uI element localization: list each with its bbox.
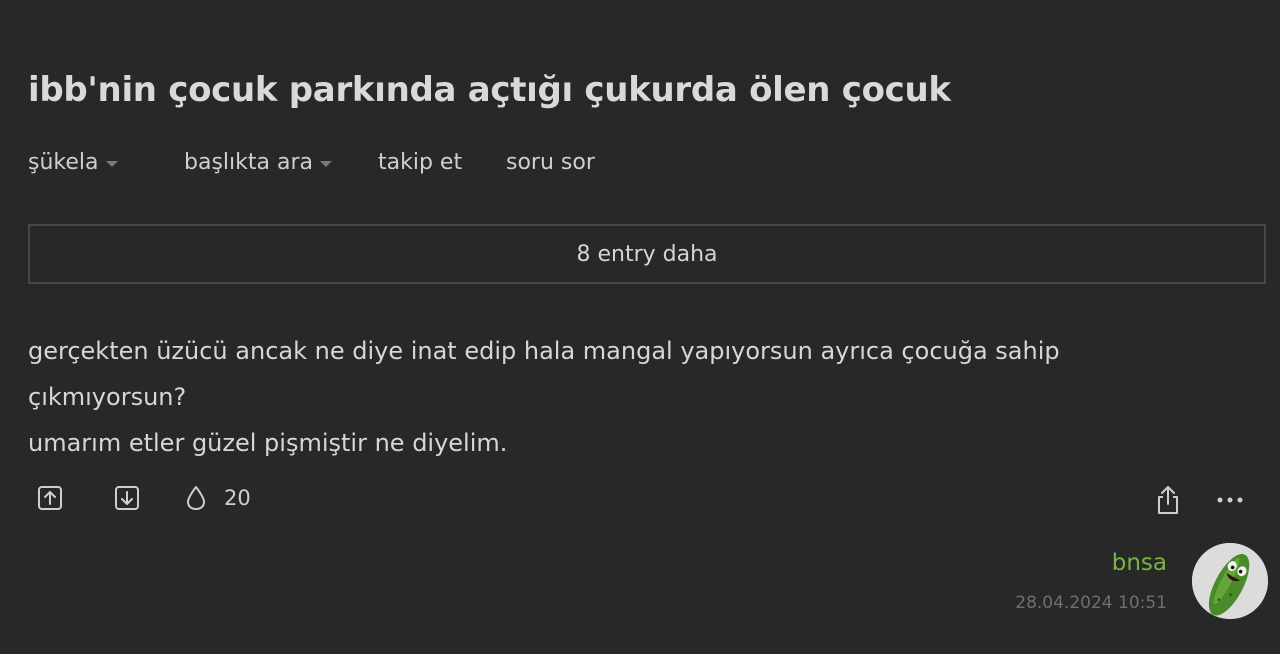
drop-icon: [187, 486, 205, 510]
search-in-topic-label: başlıkta ara: [184, 150, 313, 175]
entry-author[interactable]: bnsa: [1112, 550, 1167, 576]
search-in-topic-dropdown[interactable]: başlıkta ara: [184, 150, 332, 175]
follow-button[interactable]: takip et: [378, 150, 462, 175]
downvote-icon: [115, 486, 139, 510]
ask-question-button[interactable]: soru sor: [506, 150, 595, 175]
downvote-button[interactable]: [113, 484, 141, 512]
author-avatar[interactable]: [1192, 543, 1268, 619]
share-button[interactable]: [1154, 484, 1182, 520]
upvote-icon: [38, 486, 62, 510]
share-icon: [1158, 486, 1178, 514]
favorite-count[interactable]: 20: [224, 486, 251, 510]
entry-page: ibb'nin çocuk parkında açtığı çukurda öl…: [0, 0, 1280, 654]
entry-content: gerçekten üzücü ancak ne diye inat edip …: [28, 328, 1158, 466]
favorite-button[interactable]: 20: [184, 484, 251, 512]
entry-line: umarım etler güzel pişmiştir ne diyelim.: [28, 429, 508, 457]
chevron-down-icon: [105, 161, 118, 167]
sort-label: şükela: [28, 150, 99, 175]
chevron-down-icon: [319, 161, 332, 167]
upvote-button[interactable]: [36, 484, 64, 512]
topic-title[interactable]: ibb'nin çocuk parkında açtığı çukurda öl…: [28, 70, 951, 110]
sort-dropdown[interactable]: şükela: [28, 150, 118, 175]
entry-line: gerçekten üzücü ancak ne diye inat edip …: [28, 337, 1060, 365]
ask-question-label: soru sor: [506, 150, 595, 175]
show-more-entries-button[interactable]: 8 entry daha: [28, 224, 1266, 284]
show-more-entries-label: 8 entry daha: [576, 241, 718, 267]
pickle-avatar-icon: [1192, 543, 1268, 619]
entry-line: çıkmıyorsun?: [28, 383, 187, 411]
entry-date[interactable]: 28.04.2024 10:51: [1015, 593, 1167, 613]
follow-label: takip et: [378, 150, 463, 175]
more-dots-icon: [1217, 497, 1243, 503]
more-options-button[interactable]: [1216, 490, 1244, 514]
